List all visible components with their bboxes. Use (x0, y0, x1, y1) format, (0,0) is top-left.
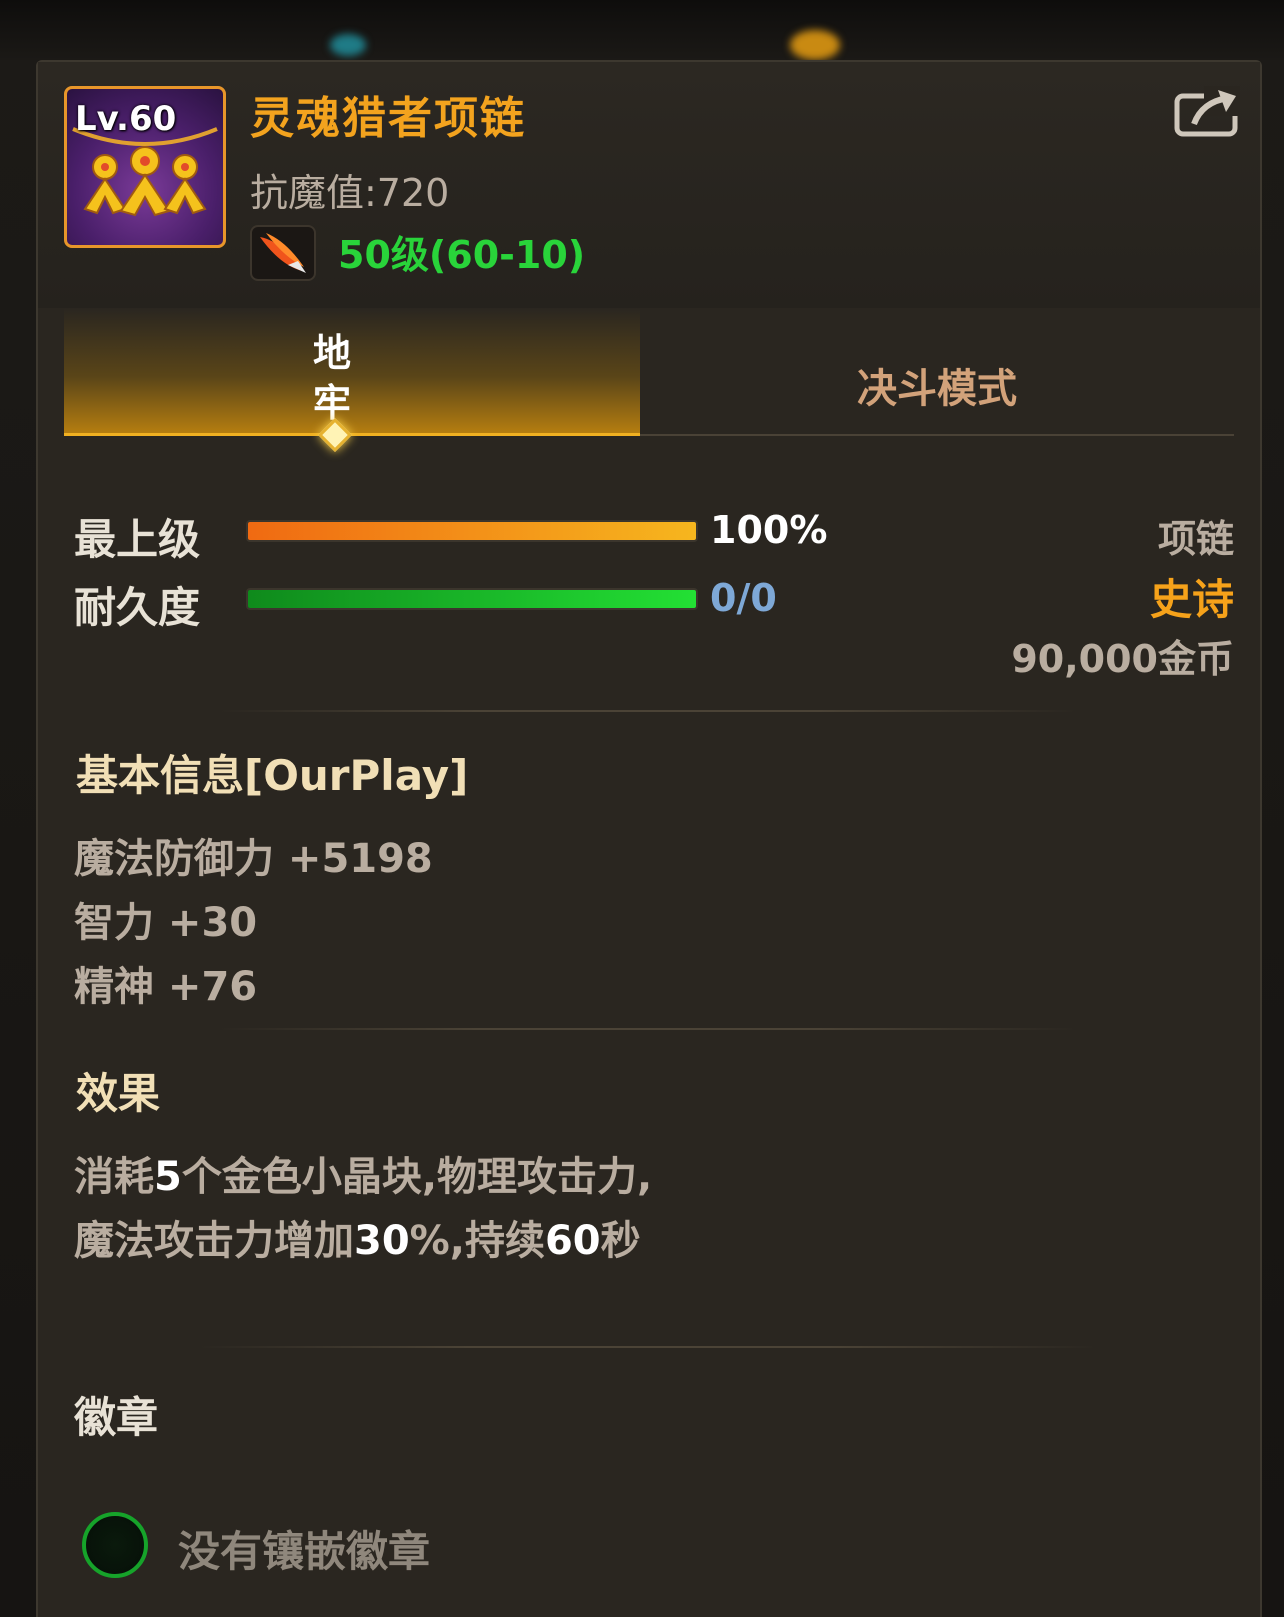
badge-title: 徽章 (74, 1393, 159, 1442)
effect-title: 效果 (76, 1069, 161, 1118)
item-type: 项链 (1157, 517, 1234, 561)
upgrade-label: 最上级 (74, 515, 201, 564)
effect-text: 个金色小晶块,物理攻击力, (181, 1154, 653, 1200)
item-header: Lv.60 灵魂猎者项链 抗魔值:720 50级(60-10) (38, 62, 1260, 308)
item-rarity: 史诗 (1149, 575, 1234, 624)
effect-text: %,持续 (409, 1218, 545, 1264)
basic-info-title: 基本信息[OurPlay] (76, 751, 469, 800)
magic-resist-value: 抗魔值:720 (250, 171, 450, 215)
blurred-gold-coin-icon (790, 30, 840, 60)
upgrade-bar-fill (248, 522, 696, 540)
share-icon (1174, 86, 1240, 137)
upgrade-value: 100% (710, 508, 828, 552)
effect-text: 秒 (600, 1218, 641, 1264)
effect-line-2: 魔法攻击力增加30%,持续60秒 (74, 1208, 641, 1266)
durability-value: 0/0 (710, 576, 777, 620)
necklace-icon: Lv.60 (64, 86, 226, 248)
blurred-gem-icon (330, 34, 366, 56)
item-name: 灵魂猎者项链 (250, 93, 526, 144)
effect-text: 魔法攻击力增加 (74, 1218, 354, 1264)
badge-slot[interactable] (82, 1512, 148, 1578)
attribute-magic-defense: 魔法防御力 +5198 (74, 836, 433, 882)
share-button[interactable] (1174, 86, 1240, 138)
effect-number: 60 (544, 1218, 601, 1264)
durability-bar (246, 588, 698, 610)
divider (198, 1346, 1098, 1348)
effect-number: 5 (154, 1154, 182, 1200)
durability-label: 耐久度 (74, 583, 201, 632)
top-hud-blur (0, 0, 1284, 60)
attribute-spirit: 精神 +76 (74, 964, 258, 1010)
phoenix-wing-icon (250, 225, 316, 281)
tab-dungeon[interactable]: 地牢 (64, 308, 640, 452)
effect-number: 30 (354, 1218, 410, 1264)
item-price: 90,000金币 (1011, 637, 1234, 681)
upgrade-bar (246, 520, 698, 542)
attribute-intelligence: 智力 +30 (74, 900, 258, 946)
durability-bar-fill (248, 590, 696, 608)
tab-dungeon-label: 地牢 (312, 331, 351, 425)
effect-line-1: 消耗5个金色小晶块,物理攻击力, (74, 1144, 652, 1202)
effect-text: 消耗 (74, 1154, 154, 1200)
item-level-badge: Lv.60 (75, 99, 177, 139)
badge-empty-text: 没有镶嵌徽章 (178, 1527, 431, 1576)
tab-duel-mode-label: 决斗模式 (857, 366, 1017, 412)
item-tooltip-panel: Lv.60 灵魂猎者项链 抗魔值:720 50级(60-10) 地牢 决斗模式 … (36, 60, 1262, 1617)
mode-tabs: 地牢 决斗模式 (64, 308, 1234, 452)
tab-duel-mode[interactable]: 决斗模式 (640, 308, 1234, 436)
required-level-range: 50级(60-10) (338, 233, 586, 277)
divider (218, 1028, 1078, 1030)
divider (218, 710, 1078, 712)
